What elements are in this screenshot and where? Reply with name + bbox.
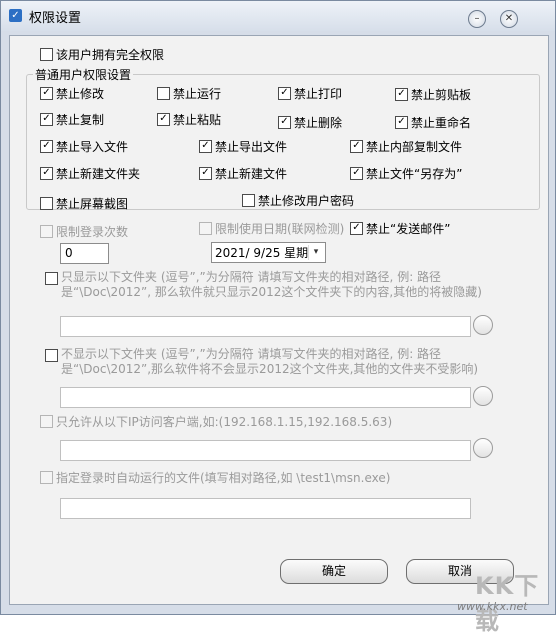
checkbox-box[interactable]: ✓ — [350, 222, 363, 235]
checkbox-label: 禁止运行 — [173, 87, 222, 101]
forbid-delete-checkbox[interactable]: ✓ 禁止删除 — [278, 114, 342, 131]
window-title: 权限设置 — [29, 11, 82, 26]
checkbox-label: 禁止“发送邮件” — [366, 222, 451, 236]
checkbox-box[interactable]: ✓ — [395, 116, 408, 129]
checkbox-box[interactable] — [40, 197, 53, 210]
hide-folders-input[interactable] — [60, 387, 471, 408]
permission-settings-window: ✓ 权限设置 – ✕ 该用户拥有完全权限 普通用户权限设置 ✓ 禁止修改 禁止运行… — [0, 0, 556, 635]
autorun-checkbox[interactable]: 指定登录时自动运行的文件(填写相对路径,如 \test1\msn.exe) — [40, 469, 390, 486]
group-legend: 普通用户权限设置 — [33, 66, 134, 83]
checkbox-label: 限制登录次数 — [56, 225, 129, 239]
checkbox-label: 禁止打印 — [294, 87, 343, 101]
forbid-clipboard-checkbox[interactable]: ✓ 禁止剪贴板 — [395, 86, 471, 103]
checkbox-box[interactable] — [40, 48, 53, 61]
forbid-copy-checkbox[interactable]: ✓ 禁止复制 — [40, 111, 104, 128]
forbid-export-checkbox[interactable]: ✓ 禁止导出文件 — [199, 138, 287, 155]
close-icon[interactable]: ✕ — [500, 10, 518, 28]
checkbox-label: 禁止新建文件 — [215, 167, 288, 181]
checkbox-label: 禁止粘贴 — [173, 113, 222, 127]
checkbox-box[interactable]: ✓ — [350, 140, 363, 153]
checkbox-label: 限制使用日期(联网检测) — [215, 222, 345, 236]
title-bar[interactable]: ✓ 权限设置 – ✕ — [1, 1, 555, 31]
forbid-send-mail-checkbox[interactable]: ✓ 禁止“发送邮件” — [350, 220, 450, 237]
checkbox-label: 指定登录时自动运行的文件(填写相对路径,如 \test1\msn.exe) — [56, 471, 391, 485]
checkbox-label: 不显示以下文件夹 (逗号”,”为分隔符 请填写文件夹的相对路径, 例: 路径是“… — [61, 347, 479, 376]
forbid-run-checkbox[interactable]: 禁止运行 — [157, 85, 221, 102]
checkbox-label: 禁止内部复制文件 — [366, 140, 463, 154]
date-limit-checkbox[interactable]: 限制使用日期(联网检测) — [199, 220, 344, 237]
browse-icon[interactable] — [473, 315, 493, 335]
date-value: 2021/ 9/25 星期 — [215, 246, 309, 260]
checkbox-box[interactable]: ✓ — [199, 167, 212, 180]
show-only-folders-checkbox[interactable]: 只显示以下文件夹 (逗号”,”为分隔符 请填写文件夹的相对路径, 例: 路径是“… — [45, 270, 515, 300]
show-only-folders-input[interactable] — [60, 316, 471, 337]
checkbox-label: 禁止重命名 — [411, 116, 472, 130]
checkbox-box[interactable]: ✓ — [278, 87, 291, 100]
chevron-down-icon[interactable]: ▾ — [308, 245, 323, 260]
login-limit-checkbox[interactable]: 限制登录次数 — [40, 223, 128, 240]
checkbox-label: 禁止新建文件夹 — [56, 167, 141, 181]
checkbox-label: 禁止导入文件 — [56, 140, 129, 154]
checkbox-box[interactable] — [157, 87, 170, 100]
forbid-rename-checkbox[interactable]: ✓ 禁止重命名 — [395, 114, 471, 131]
forbid-internal-copy-checkbox[interactable]: ✓ 禁止内部复制文件 — [350, 138, 462, 155]
checkbox-box[interactable] — [242, 194, 255, 207]
forbid-new-file-checkbox[interactable]: ✓ 禁止新建文件 — [199, 165, 287, 182]
checkbox-label: 禁止复制 — [56, 113, 105, 127]
checkbox-box[interactable] — [40, 415, 53, 428]
forbid-change-password-checkbox[interactable]: 禁止修改用户密码 — [242, 192, 354, 209]
forbid-print-checkbox[interactable]: ✓ 禁止打印 — [278, 85, 342, 102]
checkbox-box[interactable]: ✓ — [40, 140, 53, 153]
browse-icon[interactable] — [473, 386, 493, 406]
ok-button[interactable]: 确定 — [280, 559, 388, 584]
checkbox-box[interactable]: ✓ — [199, 140, 212, 153]
checkbox-label: 禁止修改用户密码 — [258, 194, 355, 208]
checkbox-box[interactable]: ✓ — [40, 87, 53, 100]
watermark-url: www.kkx.net — [457, 600, 528, 613]
checkbox-label: 禁止修改 — [56, 87, 105, 101]
forbid-import-checkbox[interactable]: ✓ 禁止导入文件 — [40, 138, 128, 155]
forbid-paste-checkbox[interactable]: ✓ 禁止粘贴 — [157, 111, 221, 128]
checkbox-label: 只显示以下文件夹 (逗号”,”为分隔符 请填写文件夹的相对路径, 例: 路径是“… — [61, 270, 482, 299]
checkbox-box[interactable]: ✓ — [350, 167, 363, 180]
checkbox-box[interactable] — [199, 222, 212, 235]
checkbox-box[interactable] — [45, 272, 58, 285]
checkbox-label: 该用户拥有完全权限 — [56, 48, 165, 62]
forbid-save-as-checkbox[interactable]: ✓ 禁止文件“另存为” — [350, 165, 462, 182]
forbid-screenshot-checkbox[interactable]: 禁止屏幕截图 — [40, 195, 128, 212]
checkbox-box[interactable]: ✓ — [395, 88, 408, 101]
forbid-modify-checkbox[interactable]: ✓ 禁止修改 — [40, 85, 104, 102]
autorun-input[interactable] — [60, 498, 471, 519]
checkbox-label: 禁止文件“另存为” — [366, 167, 463, 181]
browse-icon[interactable] — [473, 438, 493, 458]
ip-allow-input[interactable] — [60, 440, 471, 461]
checkbox-box[interactable]: ✓ — [278, 116, 291, 129]
shield-icon: ✓ — [9, 9, 22, 22]
checkbox-label: 禁止导出文件 — [215, 140, 288, 154]
checkbox-label: 只允许从以下IP访问客户端,如:(192.168.1.15,192.168.5.… — [56, 415, 393, 429]
minimize-icon[interactable]: – — [468, 10, 486, 28]
checkbox-label: 禁止删除 — [294, 116, 343, 130]
hide-folders-checkbox[interactable]: 不显示以下文件夹 (逗号”,”为分隔符 请填写文件夹的相对路径, 例: 路径是“… — [45, 347, 515, 377]
checkbox-label: 禁止屏幕截图 — [56, 197, 129, 211]
checkbox-box[interactable]: ✓ — [40, 167, 53, 180]
checkbox-box[interactable] — [45, 349, 58, 362]
site-watermark: KK下载 www.kkx.net — [453, 566, 555, 635]
checkbox-box[interactable]: ✓ — [157, 113, 170, 126]
date-picker[interactable]: 2021/ 9/25 星期 ▾ — [211, 242, 326, 263]
ip-allow-checkbox[interactable]: 只允许从以下IP访问客户端,如:(192.168.1.15,192.168.5.… — [40, 413, 392, 430]
forbid-new-folder-checkbox[interactable]: ✓ 禁止新建文件夹 — [40, 165, 140, 182]
checkbox-box[interactable]: ✓ — [40, 113, 53, 126]
checkbox-box[interactable] — [40, 225, 53, 238]
full-permission-checkbox[interactable]: 该用户拥有完全权限 — [40, 46, 164, 63]
checkbox-label: 禁止剪贴板 — [411, 88, 472, 102]
checkbox-box[interactable] — [40, 471, 53, 484]
login-count-input[interactable]: 0 — [60, 243, 109, 264]
